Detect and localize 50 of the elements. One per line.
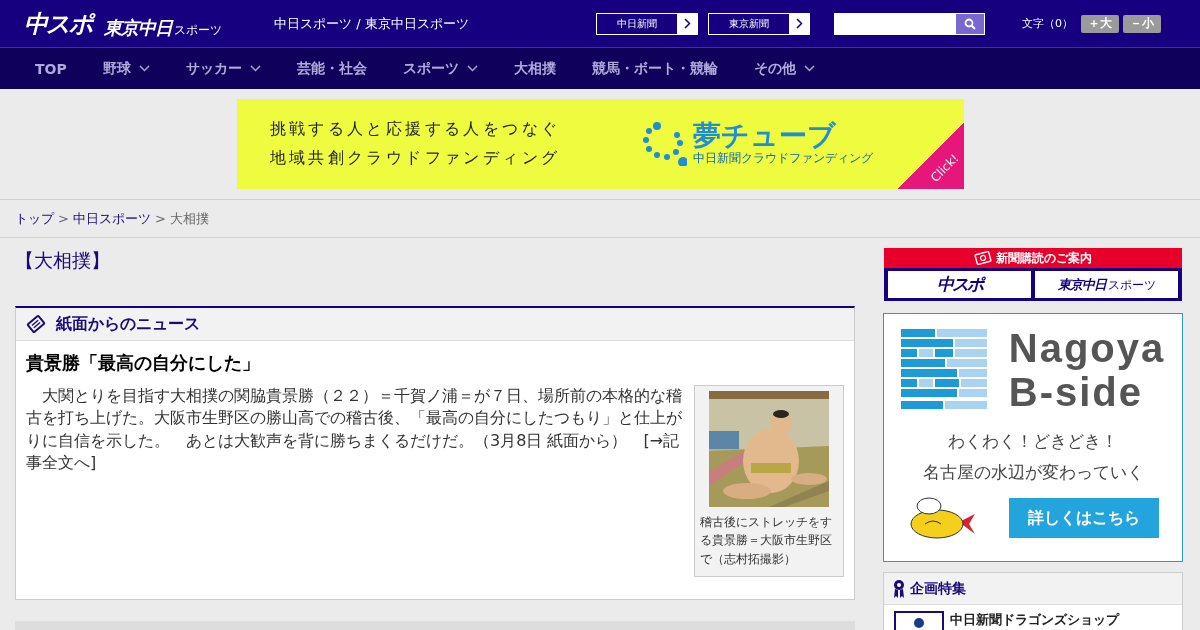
nav-item[interactable]: その他 (753, 59, 815, 78)
chevron-down-icon (466, 65, 478, 72)
ad-title: B-side (1008, 370, 1144, 414)
nav-item[interactable]: サッカー (185, 59, 261, 78)
ticket-icon (974, 251, 992, 265)
breadcrumb-link[interactable]: トップ (15, 209, 54, 228)
banner-text: 地域共創クラウドファンディング (269, 148, 562, 169)
ad-banner[interactable]: Nagoya B-side わくわく！どきどき！ 名古屋の水辺が変わっていく 詳しくはこちら (883, 313, 1183, 562)
chevron-down-icon (249, 65, 261, 72)
brick-wall-icon (900, 329, 987, 411)
nav-item[interactable]: 大相撲 (513, 59, 556, 78)
paper-link[interactable]: 中日新聞 (596, 12, 698, 35)
chevron-right-icon (683, 18, 691, 29)
brand-name: 夢チューブ (692, 121, 837, 150)
nav-item[interactable]: スポーツ (402, 59, 478, 78)
breadcrumb-link[interactable]: 中日スポーツ (72, 209, 151, 228)
feature-title: 企画特集 (910, 579, 966, 598)
ad-title: Nagoya (1008, 326, 1166, 370)
brand-subtitle: 中日新聞クラウドファンディング (692, 149, 873, 167)
nav-item[interactable]: TOP (35, 60, 67, 77)
section-title: 紙面からのニュース (56, 313, 200, 335)
site-logo[interactable]: 東京中日スポーツ (104, 15, 222, 40)
paper-link[interactable]: 東京新聞 (708, 12, 810, 35)
nav-item[interactable]: 野球 (102, 59, 150, 78)
site-title: 中日スポーツ / 東京中日スポーツ (274, 14, 470, 33)
article-body: 大関とりを目指す大相撲の関脇貴景勝（２２）＝千賀ノ浦＝が７日、場所前の本格的な稽古を打ち上げた。大阪市生野区の勝山高での稽古後、「最高の自分にしたつもり」と仕上がりに自信を示した。 あとは大歓声を背に勝ちまくるだけだ。（3月8日 紙面から） [→記事全文へ] (26, 385, 683, 475)
ad-text: 名古屋の水辺が変わっていく (922, 461, 1144, 484)
chevron-down-icon (138, 65, 150, 72)
subscription-title: 新聞購読のご案内 (996, 249, 1092, 267)
font-size-label: 文字（0） (1022, 16, 1073, 31)
search-button[interactable] (956, 13, 984, 34)
nav-item[interactable]: 芸能・社会 (296, 59, 367, 78)
breadcrumb-separator: > (58, 211, 69, 226)
paper-logo-link[interactable]: 中スポ (888, 271, 1031, 298)
breadcrumb-current: 大相撲 (169, 209, 209, 228)
breadcrumb-separator: > (154, 211, 166, 226)
search-field[interactable] (834, 12, 985, 35)
banner-text: 挑戦する人と応援する人をつなぐ (269, 119, 562, 140)
chevron-down-icon (803, 65, 815, 72)
category-title: 【大相撲】 (15, 248, 111, 273)
award-ribbon-icon (893, 578, 905, 599)
newspaper-icon (26, 314, 46, 334)
ad-text: わくわく！どきどき！ (948, 430, 1118, 453)
dots-icon (642, 122, 687, 166)
paper-logo-link[interactable]: 東京中日スポーツ (1035, 271, 1178, 298)
nav-item[interactable]: 競馬・ボート・競輪 (591, 59, 718, 78)
photo-caption: 稽古後にストレッチをする貴景勝＝大阪市生野区で（志村拓撮影） (700, 514, 833, 568)
chevron-right-icon (795, 18, 803, 29)
search-icon (964, 17, 976, 30)
article-headline[interactable]: 貴景勝「最高の自分にした」 (26, 351, 844, 375)
